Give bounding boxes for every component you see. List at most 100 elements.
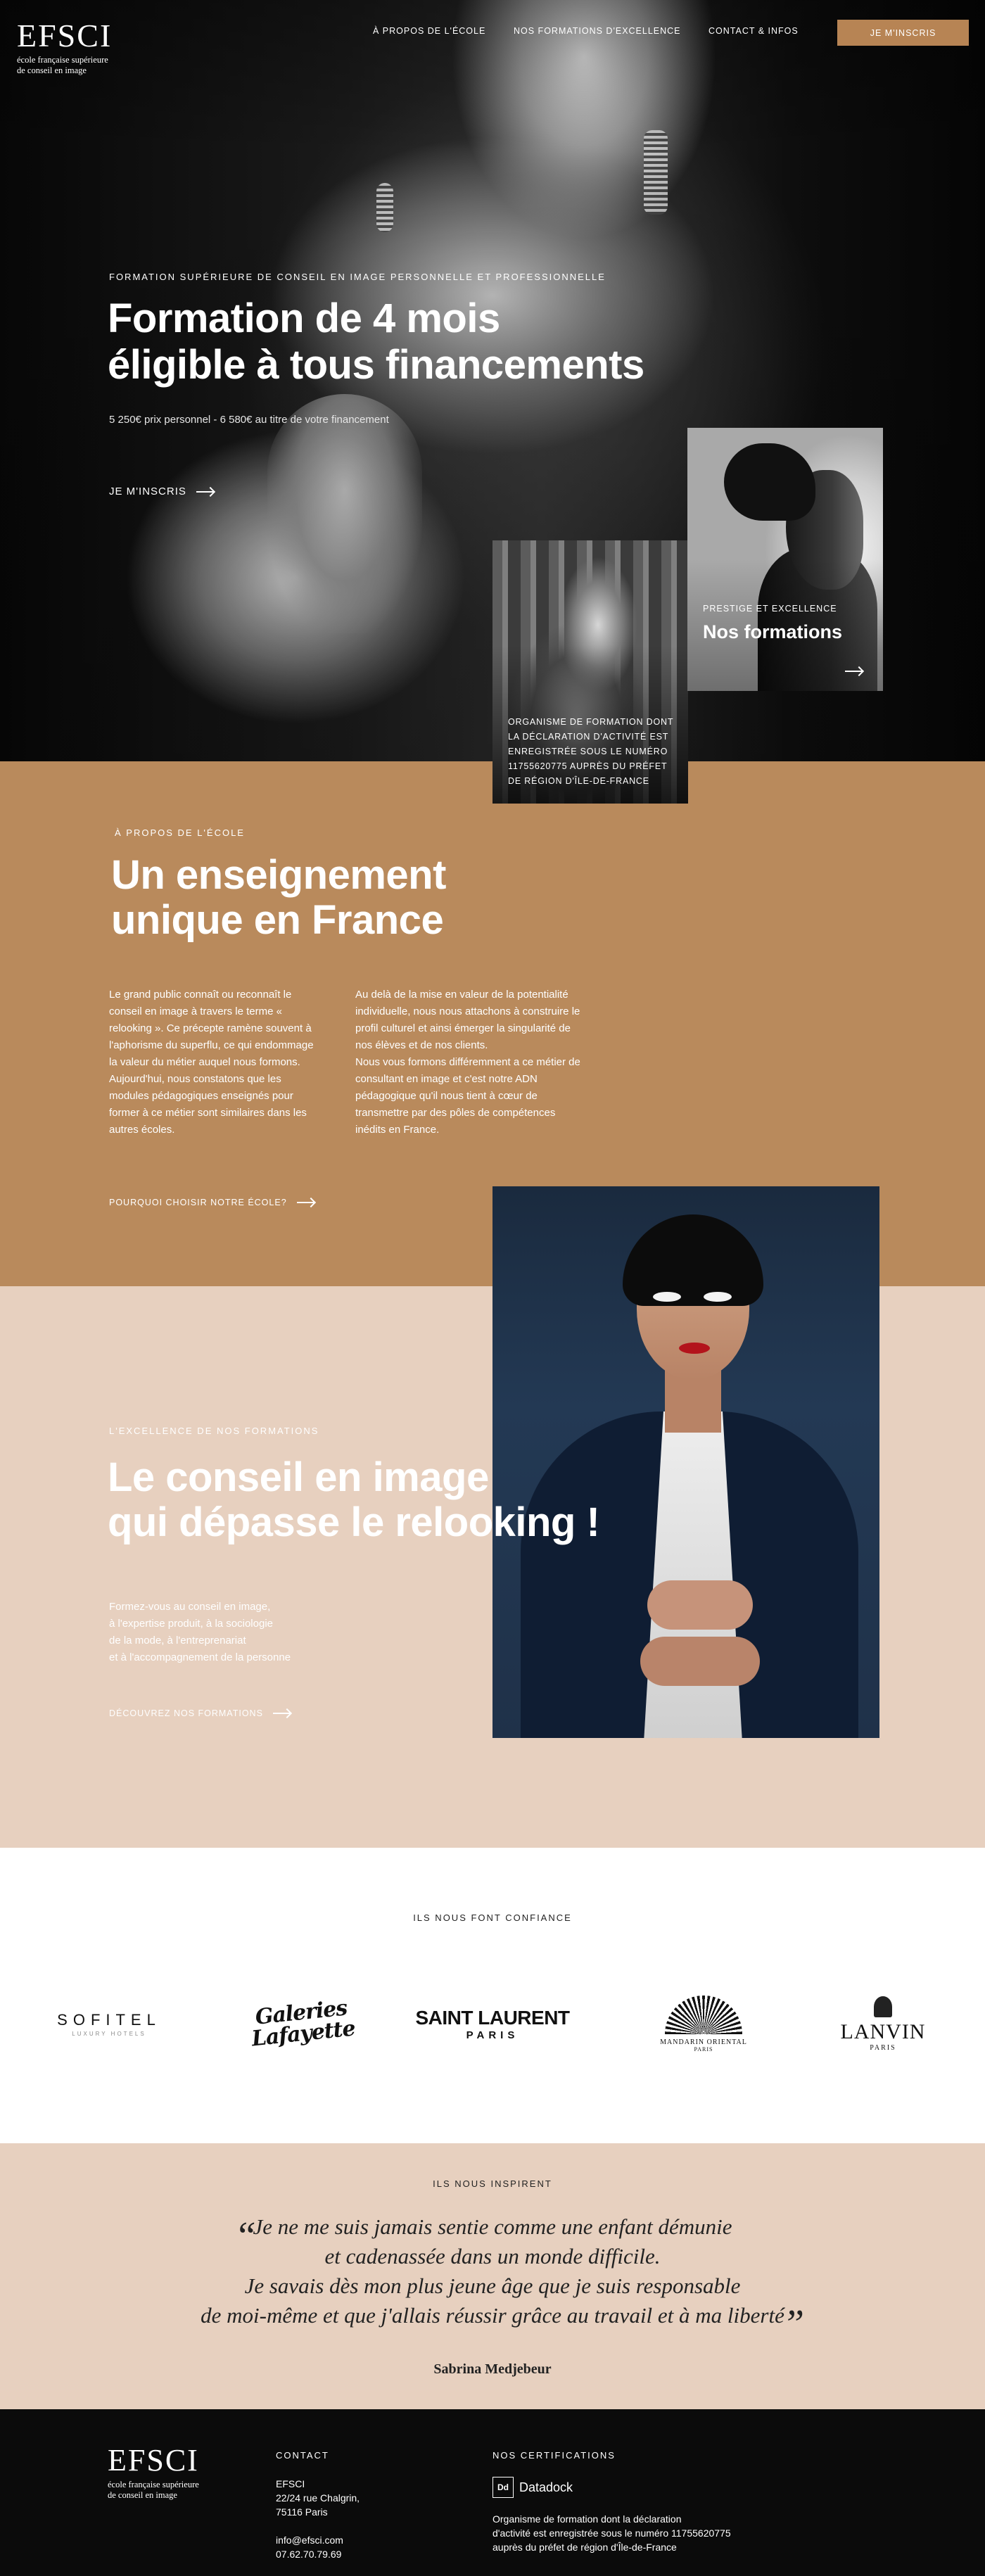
photo-hand [640, 1637, 760, 1686]
quote-line: de moi-même et que j'allais réussir grâc… [201, 2303, 784, 2328]
arrow-right-icon [845, 667, 863, 675]
arrow-right-icon [196, 488, 215, 496]
why-choose-link[interactable]: POURQUOI CHOISIR NOTRE ÉCOLE? [109, 1198, 315, 1207]
nav-link-contact[interactable]: CONTACT & INFOS [708, 26, 799, 36]
quote-line: Je savais dès mon plus jeune âge que je … [244, 2273, 741, 2298]
excellence-text-line: à l'expertise produit, à la sociologie [109, 1618, 273, 1630]
hero-register-link[interactable]: JE M'INSCRIS [109, 486, 215, 497]
hero-title-line: Formation de 4 mois [108, 296, 500, 341]
contact-address: 22/24 rue Chalgrin, [276, 2492, 360, 2504]
inspire-eyebrow: ILS NOUS INSPIRENT [433, 2178, 552, 2189]
formations-card[interactable]: PRESTIGE ET EXCELLENCE Nos formations [687, 428, 883, 691]
discover-formations-link[interactable]: DÉCOUVREZ NOS FORMATIONS [109, 1708, 291, 1718]
contact-address: 75116 Paris [276, 2506, 328, 2518]
logo-tagline-line: de conseil en image [17, 65, 87, 75]
logo-name: Galeries Lafayette [249, 1996, 356, 2051]
logo-tagline: école française supérieure de conseil en… [17, 55, 112, 76]
certification-card: ORGANISME DE FORMATION DONT LA DÉCLARATI… [493, 540, 688, 804]
logo-name: SOFITEL [57, 2010, 161, 2029]
quote-line: Je ne me suis jamais sentie comme une en… [253, 2214, 732, 2239]
photo-eye [653, 1292, 681, 1302]
logo-mandarin-oriental: MANDARIN ORIENTAL PARIS [647, 1992, 760, 2055]
about-paragraph-2: Au delà de la mise en valeur de la poten… [355, 986, 580, 1138]
logo-lanvin: LANVIN PARIS [830, 1992, 936, 2055]
nav-link-formations[interactable]: NOS FORMATIONS D'EXCELLENCE [514, 26, 681, 36]
trust-section: ILS NOUS FONT CONFIANCE SOFITEL LUXURY H… [0, 1848, 985, 2143]
excellence-title-line: Le conseil en image [108, 1454, 489, 1500]
datadock-badge: Dd Datadock [493, 2477, 573, 2498]
logo-sub: PARIS [694, 2045, 713, 2052]
excellence-title: Le conseil en image qui dépasse le reloo… [108, 1455, 685, 1545]
contact-name: EFSCI [276, 2478, 305, 2489]
photo-eye [704, 1292, 732, 1302]
excellence-eyebrow: L'EXCELLENCE DE NOS FORMATIONS [109, 1426, 319, 1436]
logo-name: LANVIN [840, 2019, 926, 2043]
about-paragraph-2a: Au delà de la mise en valeur de la poten… [355, 989, 580, 1051]
hero-register-label: JE M'INSCRIS [109, 486, 186, 497]
footer-cert-text: Organisme de formation dont la déclarati… [493, 2512, 816, 2554]
footer-cert-heading: NOS CERTIFICATIONS [493, 2450, 616, 2461]
datadock-icon: Dd [493, 2477, 514, 2498]
logo-tagline-line: école française supérieure [108, 2480, 199, 2489]
hero-title-line: éligible à tous financements [108, 342, 644, 388]
arrow-right-icon [272, 1709, 291, 1718]
footer: EFSCI école française supérieure de cons… [0, 2409, 985, 2576]
footer-logo[interactable]: EFSCI école française supérieure de cons… [108, 2444, 199, 2501]
about-title: Un enseignement unique en France [111, 853, 604, 943]
hero-price-text: 5 250€ prix personnel - 6 580€ au titre … [109, 414, 389, 426]
excellence-title-line: qui dépasse le relooking ! [108, 1499, 600, 1545]
logo-tagline-line: de conseil en image [108, 2490, 177, 2500]
formations-card-title: Nos formations [703, 621, 843, 642]
excellence-text-line: Formez-vous au conseil en image, [109, 1601, 271, 1613]
about-eyebrow: À PROPOS DE L'ÉCOLE [115, 827, 245, 838]
footer-contact-heading: CONTACT [276, 2450, 329, 2461]
contact-phone-link[interactable]: 07.62.70.79.69 [276, 2549, 341, 2560]
excellence-text-line: de la mode, à l'entreprenariat [109, 1635, 246, 1647]
certification-card-text: ORGANISME DE FORMATION DONT LA DÉCLARATI… [508, 717, 674, 786]
logo-galeries-lafayette: Galeries Lafayette [243, 1992, 362, 2055]
why-choose-label: POURQUOI CHOISIR NOTRE ÉCOLE? [109, 1198, 287, 1207]
nav-link-about[interactable]: À PROPOS DE L'ÉCOLE [373, 26, 485, 36]
logo-tagline-line: école française supérieure [17, 55, 108, 65]
about-paragraph-2b: Nous vous formons différemment a ce méti… [355, 1056, 580, 1136]
formations-card-eyebrow: PRESTIGE ET EXCELLENCE [703, 604, 837, 614]
excellence-text: Formez-vous au conseil en image, à l'exp… [109, 1599, 376, 1666]
about-title-line: Un enseignement [111, 852, 446, 898]
footer-contact-info: EFSCI 22/24 rue Chalgrin, 75116 Paris in… [276, 2477, 360, 2561]
close-quote-mark: ” [782, 2302, 805, 2346]
logo-wordmark: EFSCI [108, 2443, 199, 2477]
datadock-label: Datadock [519, 2480, 573, 2494]
top-navigation: EFSCI école française supérieure de cons… [0, 0, 985, 75]
excellence-section: L'EXCELLENCE DE NOS FORMATIONS Le consei… [0, 1186, 985, 1848]
register-button[interactable]: JE M'INSCRIS [837, 20, 969, 46]
card-shade [687, 428, 883, 691]
inspire-quote: Je ne me suis jamais sentie comme une en… [0, 2212, 985, 2330]
quote-author: Sabrina Medjebeur [433, 2361, 552, 2377]
hero-eyebrow: FORMATION SUPÉRIEURE DE CONSEIL EN IMAGE… [109, 272, 606, 282]
hero-title: Formation de 4 mois éligible à tous fina… [108, 296, 741, 388]
quote-line: et cadenassée dans un monde difficile. [324, 2244, 661, 2269]
contact-email-link[interactable]: info@efsci.com [276, 2534, 343, 2546]
photo-hand [647, 1580, 753, 1630]
logo-sub: PARIS [466, 2029, 519, 2041]
excellence-text-line: et à l'accompagnement de la personne [109, 1651, 291, 1663]
logo-saint-laurent: SAINT LAURENT PARIS [415, 1992, 570, 2055]
site-logo[interactable]: EFSCI école française supérieure de cons… [17, 20, 112, 76]
logo-name: SAINT LAURENT [415, 2006, 570, 2029]
arrow-right-icon [296, 1198, 315, 1207]
inspire-section: ILS NOUS INSPIRENT “ Je ne me suis jamai… [0, 2143, 985, 2409]
logo-tagline: école française supérieure de conseil en… [108, 2480, 199, 2501]
fan-icon [665, 1995, 742, 2034]
trust-eyebrow: ILS NOUS FONT CONFIANCE [413, 1912, 572, 1923]
photo-hair [623, 1214, 763, 1306]
logo-sub: LUXURY HOTELS [72, 2030, 146, 2037]
logo-wordmark: EFSCI [17, 18, 113, 53]
logo-sub: PARIS [870, 2043, 896, 2052]
lanvin-figure-icon [874, 1996, 892, 2017]
about-paragraph-1: Le grand public connaît ou reconnaît le … [109, 989, 314, 1136]
logo-sofitel: SOFITEL LUXURY HOTELS [42, 1992, 176, 2055]
logo-name: MANDARIN ORIENTAL [660, 2038, 747, 2046]
photo-lips [679, 1343, 710, 1354]
cert-text-line: Organisme de formation dont la déclarati… [493, 2513, 682, 2525]
discover-formations-label: DÉCOUVREZ NOS FORMATIONS [109, 1708, 263, 1718]
